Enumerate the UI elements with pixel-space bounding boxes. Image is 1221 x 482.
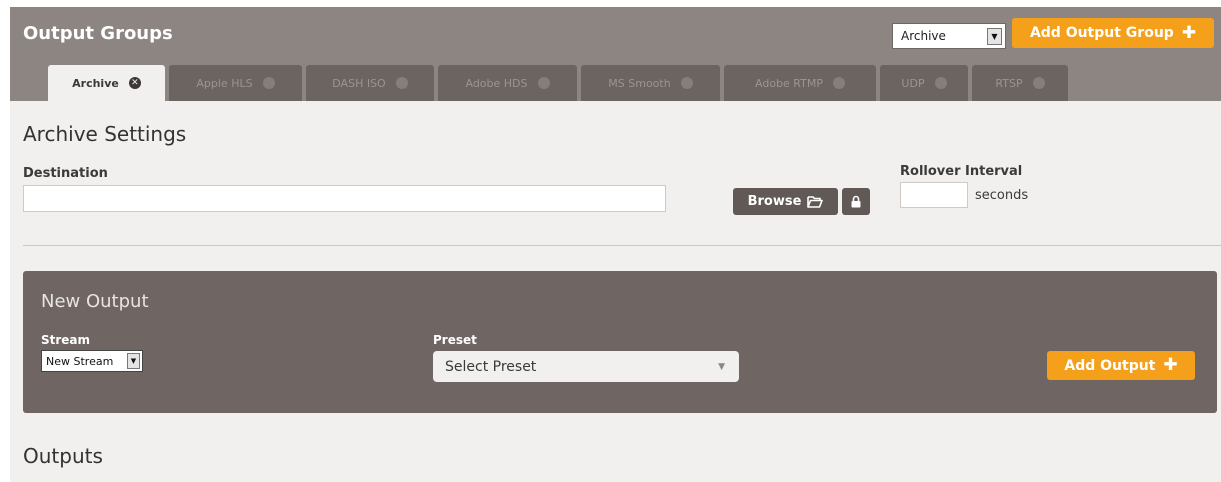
add-output-group-button[interactable]: Add Output Group ✚ (1012, 18, 1214, 48)
close-circle-icon[interactable] (832, 77, 845, 89)
tab-label: Adobe RTMP (755, 76, 823, 90)
destination-input[interactable] (23, 185, 666, 212)
folder-open-icon (807, 195, 824, 208)
close-circle-icon[interactable]: ✕ (128, 77, 141, 89)
tab-apple-hls[interactable]: Apple HLS (169, 65, 302, 101)
output-group-type-value: Archive (901, 29, 946, 43)
tab-label: Archive (72, 76, 119, 90)
rollover-interval-label: Rollover Interval (900, 164, 1023, 179)
browse-button[interactable]: Browse (733, 188, 838, 215)
add-output-button[interactable]: Add Output ✚ (1047, 351, 1195, 380)
section-divider (23, 245, 1221, 246)
tab-label: DASH ISO (332, 76, 386, 90)
tab-label: Apple HLS (196, 76, 253, 90)
add-output-group-label: Add Output Group (1029, 25, 1174, 41)
tab-label: MS Smooth (608, 76, 671, 90)
stream-select[interactable]: New Stream ▼ (41, 350, 143, 372)
tab-archive[interactable]: Archive ✕ (48, 65, 165, 101)
output-group-tabs: Archive ✕ Apple HLS DASH ISO Adobe HDS MS Smo… (48, 65, 1068, 101)
tab-label: Adobe HDS (465, 76, 528, 90)
dropdown-arrow-icon[interactable]: ▼ (127, 353, 140, 369)
tab-adobe-rtmp[interactable]: Adobe RTMP (724, 65, 876, 101)
destination-label: Destination (23, 166, 108, 181)
close-circle-icon[interactable] (1032, 77, 1045, 89)
preset-select-value: Select Preset (445, 358, 537, 375)
close-circle-icon[interactable] (934, 77, 947, 89)
lock-button[interactable] (842, 188, 870, 215)
add-output-label: Add Output (1064, 357, 1156, 374)
plus-icon: ✚ (1163, 355, 1178, 375)
tab-label: UDP (901, 76, 925, 90)
output-groups-header: Output Groups Archive ▼ Add Output Group… (10, 7, 1221, 101)
close-circle-icon[interactable] (537, 77, 550, 89)
output-groups-frame: Output Groups Archive ▼ Add Output Group… (10, 7, 1221, 482)
browse-label: Browse (747, 194, 802, 209)
seconds-unit-label: seconds (975, 188, 1029, 203)
lock-icon (851, 195, 861, 208)
preset-select[interactable]: Select Preset ▼ (433, 351, 739, 382)
plus-icon: ✚ (1181, 22, 1197, 43)
tab-rtsp[interactable]: RTSP (972, 65, 1068, 101)
close-circle-icon[interactable] (262, 77, 275, 89)
tab-label: RTSP (995, 76, 1023, 90)
close-circle-icon[interactable] (680, 77, 693, 89)
stream-label: Stream (41, 333, 91, 347)
preset-label: Preset (433, 333, 477, 347)
new-output-title: New Output (41, 291, 149, 312)
tab-udp[interactable]: UDP (880, 65, 968, 101)
chevron-down-icon: ▼ (718, 362, 725, 372)
output-group-type-select[interactable]: Archive ▼ (892, 23, 1006, 49)
stream-select-value: New Stream (46, 354, 114, 368)
rollover-interval-input[interactable] (900, 182, 968, 208)
header-title: Output Groups (23, 23, 173, 44)
dropdown-arrow-icon[interactable]: ▼ (987, 28, 1002, 45)
close-circle-icon[interactable] (395, 77, 408, 89)
tab-dash-iso[interactable]: DASH ISO (306, 65, 434, 101)
new-output-panel: New Output Stream New Stream ▼ Preset Se… (23, 271, 1217, 413)
settings-title: Archive Settings (23, 122, 187, 146)
outputs-title: Outputs (23, 444, 103, 468)
tab-ms-smooth[interactable]: MS Smooth (581, 65, 720, 101)
tab-adobe-hds[interactable]: Adobe HDS (438, 65, 577, 101)
